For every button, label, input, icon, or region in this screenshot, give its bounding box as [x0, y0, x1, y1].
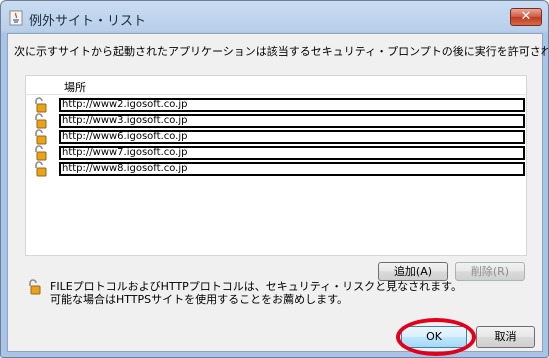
unlocked-padlock-icon: [35, 97, 47, 113]
site-url-field[interactable]: http://www2.igosoft.co.jp: [59, 98, 525, 112]
warning-line-2: 可能な場合はHTTPSサイトを使用することをお薦めします。: [50, 293, 349, 306]
site-url-field[interactable]: http://www6.igosoft.co.jp: [59, 130, 525, 144]
window-title: 例外サイト・リスト: [29, 14, 147, 29]
list-item[interactable]: http://www7.igosoft.co.jp: [27, 145, 525, 161]
dialog-window: 例外サイト・リスト ✕ 次に示すサイトから起動されたアプリケーションは該当するセ…: [0, 0, 549, 358]
unlocked-padlock-icon: [35, 161, 47, 177]
cancel-button[interactable]: 取消: [476, 326, 535, 348]
unlocked-padlock-icon: [35, 129, 47, 145]
title-bar[interactable]: 例外サイト・リスト ✕: [1, 1, 548, 33]
java-icon: [9, 10, 23, 26]
site-url-field[interactable]: http://www7.igosoft.co.jp: [59, 146, 525, 160]
site-url-field[interactable]: http://www8.igosoft.co.jp: [59, 162, 525, 176]
unlocked-padlock-icon: [35, 113, 47, 129]
list-item[interactable]: http://www8.igosoft.co.jp: [27, 161, 525, 177]
ok-button[interactable]: OK: [401, 326, 467, 348]
instruction-text: 次に示すサイトから起動されたアプリケーションは該当するセキュリティ・プロンプトの…: [14, 45, 549, 58]
dialog-content: 次に示すサイトから起動されたアプリケーションは該当するセキュリティ・プロンプトの…: [7, 33, 548, 356]
close-icon: ✕: [520, 9, 532, 24]
list-item[interactable]: http://www3.igosoft.co.jp: [27, 113, 525, 129]
close-button[interactable]: ✕: [510, 8, 542, 26]
remove-button[interactable]: 削除(R): [455, 262, 525, 281]
unlocked-padlock-icon: [35, 145, 47, 161]
unlocked-padlock-icon: [29, 279, 41, 295]
list-item[interactable]: http://www6.igosoft.co.jp: [27, 129, 525, 145]
list-header: 場所: [26, 76, 526, 95]
security-warning: FILEプロトコルおよびHTTPプロトコルは、セキュリティ・リスクと見なされます…: [50, 280, 462, 306]
location-column-header[interactable]: 場所: [64, 79, 86, 95]
warning-line-1: FILEプロトコルおよびHTTPプロトコルは、セキュリティ・リスクと見なされます…: [50, 280, 463, 293]
exception-site-list[interactable]: 場所 http://www2.igosoft.co.jp http://www3…: [25, 75, 527, 256]
add-button[interactable]: 追加(A): [378, 262, 448, 281]
list-item[interactable]: http://www2.igosoft.co.jp: [27, 97, 525, 113]
site-url-field[interactable]: http://www3.igosoft.co.jp: [59, 114, 525, 128]
